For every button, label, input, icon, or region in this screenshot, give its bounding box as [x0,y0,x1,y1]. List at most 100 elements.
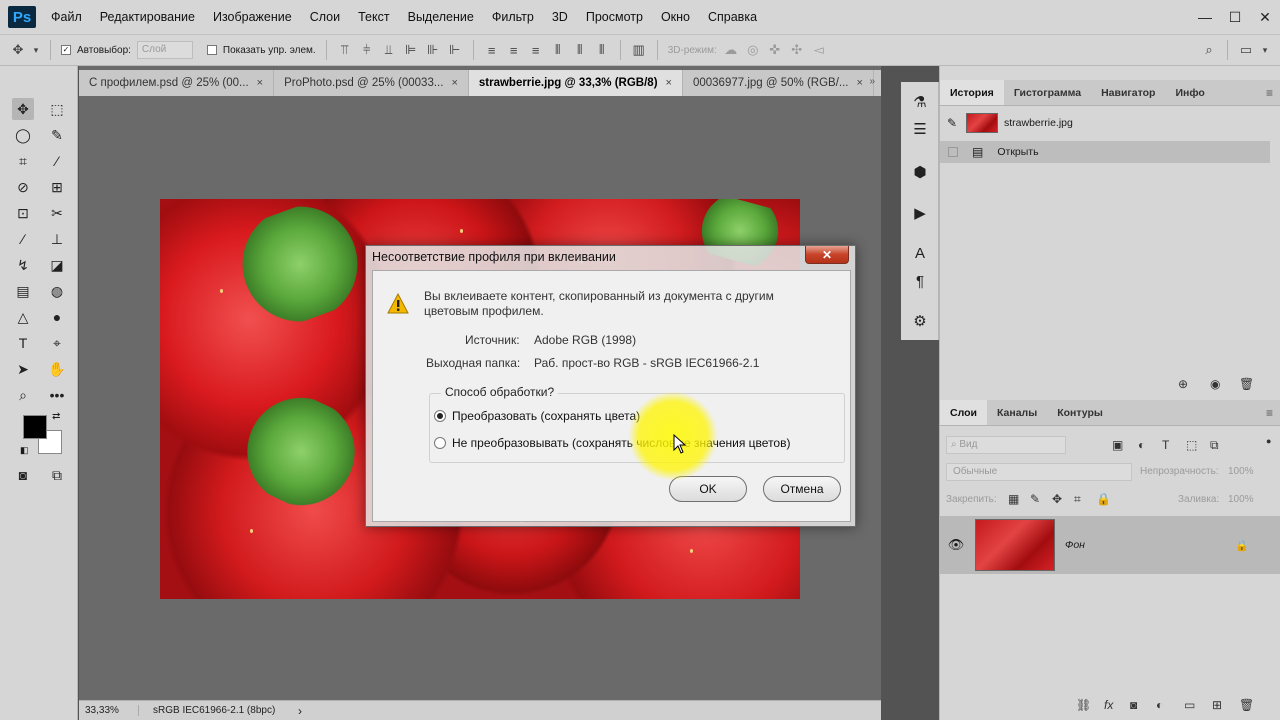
distribute-right-icon[interactable]: ⦀ [594,42,610,58]
menu-3d[interactable]: 3D [543,0,577,34]
tab-info[interactable]: Инфо [1165,80,1214,105]
fx-icon[interactable]: fx [1104,698,1113,712]
blur-tool-icon[interactable]: ◍ [46,280,68,302]
add-mask-icon[interactable]: ◙ [1130,698,1137,712]
direct-select-tool-icon[interactable]: ➤ [12,358,34,380]
menu-view[interactable]: Просмотр [577,0,652,34]
lock-artboard-icon[interactable]: ⌗ [1074,492,1081,507]
tab-document[interactable]: ProPhoto.psd @ 25% (00033... × [274,70,469,96]
opacity-value[interactable]: 100% [1228,466,1254,477]
convert-option-label[interactable]: Преобразовать (сохранять цвета) [452,409,640,423]
history-brush-tool-icon[interactable]: ↯ [12,254,34,276]
move-tool-icon[interactable]: ✥ [10,42,26,58]
paragraph-panel-icon[interactable]: ¶ [910,271,930,291]
default-colors-icon[interactable]: ◧ [20,445,29,456]
snapshot-camera-icon[interactable]: ◉ [1210,377,1220,391]
filter-pixel-icon[interactable]: ▣ [1112,438,1123,452]
marquee-tool-icon[interactable]: ⬚ [46,98,68,120]
pen-tool-icon[interactable]: △ [12,306,34,328]
workspace-icon[interactable]: ▭ [1238,42,1254,58]
close-icon[interactable]: × [257,77,263,89]
actions-panel-icon[interactable]: ▶ [910,203,930,223]
align-vcenter-icon[interactable]: ⫩ [359,42,375,58]
gradient-tool-icon[interactable]: ▤ [12,280,34,302]
history-brush-source-icon[interactable]: ✎ [940,116,964,130]
history-panel-icon[interactable]: ⚗ [910,92,930,112]
close-icon[interactable]: × [666,77,672,89]
foreground-color-swatch[interactable] [23,415,47,439]
align-hcenter-icon[interactable]: ⊪ [425,42,441,58]
lock-all-icon[interactable]: 🔒 [1096,492,1111,506]
menu-select[interactable]: Выделение [399,0,483,34]
3d-pan-icon[interactable]: ✜ [767,42,783,58]
link-layers-icon[interactable]: ⛓ [1076,698,1091,712]
history-step[interactable]: ▤ Открыть [940,141,1270,163]
properties-panel-icon[interactable]: ⚙ [910,311,930,331]
distribute-left-icon[interactable]: ⦀ [550,42,566,58]
dont-convert-radio[interactable] [434,437,446,449]
3d-scale-icon[interactable]: ◅ [811,42,827,58]
lock-position-icon[interactable]: ✥ [1052,492,1062,506]
convert-radio[interactable] [434,410,446,422]
menu-image[interactable]: Изображение [204,0,301,34]
autoselect-select[interactable]: Слой [136,41,193,59]
screen-mode-icon[interactable]: ⧉ [46,464,68,486]
eyedropper-tool-icon[interactable]: ⁄ [46,150,68,172]
ok-button[interactable]: OK [669,476,747,502]
search-icon[interactable]: ⌕ [1201,42,1217,58]
transform-tool-icon[interactable]: ✂ [46,202,68,224]
blend-mode-select[interactable]: Обычные [946,463,1132,481]
3d-roll-icon[interactable]: ◎ [745,42,761,58]
dont-convert-option-label[interactable]: Не преобразовывать (сохранять числовые з… [452,436,790,450]
quick-mask-icon[interactable]: ◙ [12,464,34,486]
align-right-icon[interactable]: ⊩ [447,42,463,58]
autoselect-checkbox[interactable]: ✓ [61,45,71,55]
more-tools-icon[interactable]: ••• [46,384,68,406]
eraser-tool-icon[interactable]: ◪ [46,254,68,276]
close-icon[interactable]: × [451,77,457,89]
lock-pixels-icon[interactable]: ✎ [1030,492,1040,506]
fill-value[interactable]: 100% [1228,494,1254,505]
move-tool-icon[interactable]: ✥ [12,98,34,120]
menu-layers[interactable]: Слои [301,0,349,34]
frame-tool-icon[interactable]: ⊡ [12,202,34,224]
lock-transparency-icon[interactable]: ▦ [1008,492,1019,506]
distribute-top-icon[interactable]: ≡ [484,42,500,58]
tab-navigator[interactable]: Навигатор [1091,80,1165,105]
menu-window[interactable]: Окно [652,0,699,34]
dodge-tool-icon[interactable]: ● [46,306,68,328]
cancel-button[interactable]: Отмена [763,476,841,502]
3d-panel-icon[interactable]: ⬢ [910,162,930,182]
chevron-down-icon[interactable]: ▾ [1260,42,1270,58]
menu-edit[interactable]: Редактирование [91,0,204,34]
layer-name[interactable]: Фон [1065,539,1085,551]
zoom-tool-icon[interactable]: ⌕ [12,384,34,406]
tab-document[interactable]: 00036977.jpg @ 50% (RGB/... × [683,70,874,96]
adjustments-panel-icon[interactable]: ☰ [910,119,930,139]
show-controls-checkbox[interactable] [206,45,217,55]
patch-tool-icon[interactable]: ⊞ [46,176,68,198]
chevron-down-icon[interactable]: ▾ [32,42,40,58]
close-icon[interactable]: × [856,77,862,89]
tab-history[interactable]: История [940,80,1004,105]
quick-select-tool-icon[interactable]: ✎ [46,124,68,146]
status-menu-arrow[interactable]: › [298,704,302,718]
filter-adjust-icon[interactable]: ◐ [1138,438,1145,452]
tab-layers[interactable]: Слои [940,400,987,425]
swap-colors-icon[interactable]: ⇄ [52,411,60,422]
tab-channels[interactable]: Каналы [987,400,1047,425]
tab-paths[interactable]: Контуры [1047,400,1113,425]
maximize-button[interactable]: ☐ [1220,6,1250,28]
new-layer-icon[interactable]: ⊞ [1212,698,1222,712]
eye-icon[interactable]: 👁 [940,537,972,553]
zoom-level[interactable]: 33,33% [79,705,139,716]
menu-help[interactable]: Справка [699,0,766,34]
tab-document[interactable]: С профилем.psd @ 25% (00... × [79,70,275,96]
type-tool-icon[interactable]: T [12,332,34,354]
auto-align-icon[interactable]: ▥ [631,42,647,58]
distribute-vcenter-icon[interactable]: ≡ [506,42,522,58]
filter-type-icon[interactable]: T [1162,438,1169,452]
collapse-panels-icon[interactable]: » [869,76,875,87]
filter-shape-icon[interactable]: ⬚ [1186,438,1197,452]
trash-icon[interactable]: 🗑 [1239,377,1254,391]
